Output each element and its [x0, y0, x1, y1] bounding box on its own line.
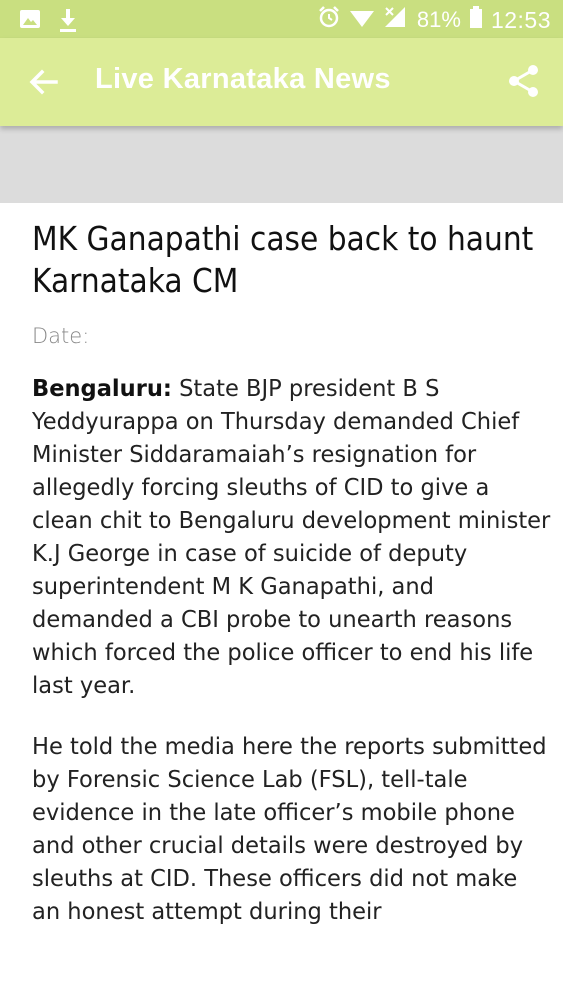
date-label: Date: — [32, 324, 90, 348]
article-paragraph: He told the media here the reports submi… — [32, 730, 550, 928]
back-button[interactable] — [26, 64, 62, 100]
battery-icon — [469, 5, 483, 35]
app-bar: Live Karnataka News — [0, 38, 563, 126]
app-title: Live Karnataka News — [95, 63, 391, 95]
share-button[interactable] — [505, 62, 543, 100]
paragraph-text: He told the media here the reports submi… — [32, 732, 547, 925]
signal-icon — [383, 5, 409, 35]
article: MK Ganapathi case back to haunt Karnatak… — [32, 203, 550, 928]
article-paragraph: Bengaluru: State BJP president B S Yeddy… — [32, 372, 550, 702]
paragraph-text: State BJP president B S Yeddyurappa on T… — [32, 374, 551, 699]
arrow-left-icon — [29, 69, 58, 95]
wifi-icon — [349, 6, 375, 34]
share-icon — [509, 65, 538, 97]
status-bar: 81% 12:53 — [0, 0, 563, 38]
clock: 12:53 — [490, 6, 551, 33]
battery-percentage: 81% — [416, 7, 461, 32]
image-icon — [18, 7, 42, 38]
article-title: MK Ganapathi case back to haunt Karnatak… — [32, 219, 534, 300]
alarm-icon — [317, 5, 341, 35]
ad-banner — [0, 126, 563, 203]
dateline: Bengaluru: — [32, 374, 172, 402]
download-icon — [56, 7, 80, 38]
